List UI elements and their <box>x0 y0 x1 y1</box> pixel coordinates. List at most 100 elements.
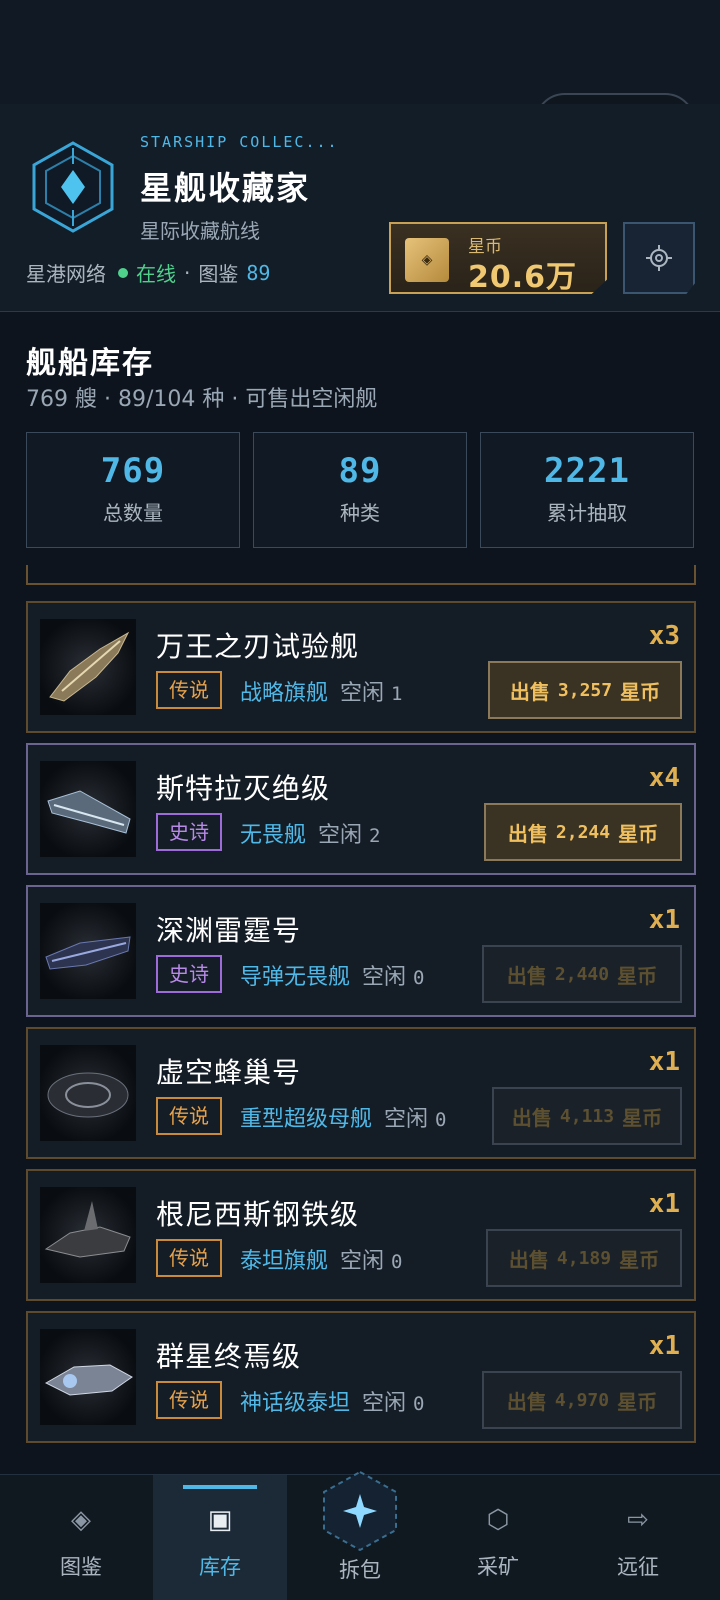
previous-card-edge <box>26 565 696 585</box>
ship-card[interactable]: 根尼西斯钢铁级 传说 泰坦旗舰 空闲 0 x1 出售 4,189 星币 <box>26 1169 696 1301</box>
app-logo-icon <box>32 141 114 233</box>
stat-value: 2221 <box>544 451 630 491</box>
ship-card[interactable]: 虚空蜂巢号 传说 重型超级母舰 空闲 0 x1 出售 4,113 星币 <box>26 1027 696 1159</box>
currency-display[interactable]: ◈ 星币 20.6万 <box>389 222 607 294</box>
ship-card[interactable]: 斯特拉灭绝级 史诗 无畏舰 空闲 2 x4 出售 2,244 星币 <box>26 743 696 875</box>
coin-unit: 星币 <box>618 821 659 846</box>
stat-value: 769 <box>100 451 166 491</box>
nav-unpack[interactable]: 拆包 <box>316 1468 404 1600</box>
status-bar-area <box>0 0 720 104</box>
ship-class: 战略旗舰 <box>240 681 329 706</box>
settings-button[interactable] <box>623 222 695 294</box>
ship-meta: 无畏舰 空闲 2 <box>240 817 380 849</box>
coin-unit: 星币 <box>620 679 661 704</box>
currency-value: 20.6万 <box>468 260 578 295</box>
stat-total: 769 总数量 <box>26 432 240 548</box>
online-status: 在线 <box>136 262 176 286</box>
codex-label: 图鉴 <box>198 262 239 286</box>
sell-label: 出售 <box>506 963 547 988</box>
ship-name: 根尼西斯钢铁级 <box>156 1198 360 1231</box>
coin-unit: 星币 <box>617 1389 658 1414</box>
sell-label: 出售 <box>509 679 550 704</box>
online-dot-icon <box>118 267 128 278</box>
ship-card[interactable]: 群星终焉级 传说 神话级泰坦 空闲 0 x1 出售 4,970 星币 <box>26 1311 696 1443</box>
sell-button[interactable]: 出售 4,189 星币 <box>486 1229 682 1287</box>
stat-value: 89 <box>338 451 382 491</box>
idle-count: 0 <box>391 1251 403 1273</box>
inventory-summary: 769 艘 · 89/104 种 · 可售出空闲舰 <box>26 387 378 412</box>
stat-draws: 2221 累计抽取 <box>480 432 694 548</box>
sell-button[interactable]: 出售 3,257 星币 <box>488 661 682 719</box>
ship-thumbnail <box>40 903 136 999</box>
app-subtitle-english: STARSHIP COLLEC... <box>140 133 339 151</box>
rarity-badge: 史诗 <box>156 955 222 993</box>
ship-name: 虚空蜂巢号 <box>156 1056 302 1089</box>
rarity-badge: 传说 <box>156 1381 222 1419</box>
ship-quantity: x1 <box>648 1189 680 1219</box>
idle-count: 1 <box>391 683 403 705</box>
sell-price: 3,257 <box>557 679 613 701</box>
sell-button[interactable]: 出售 2,244 星币 <box>484 803 682 861</box>
separator: · <box>184 260 191 285</box>
sell-button[interactable]: 出售 2,440 星币 <box>482 945 682 1003</box>
ship-thumbnail <box>40 619 136 715</box>
stat-types: 89 种类 <box>253 432 467 548</box>
ship-meta: 重型超级母舰 空闲 0 <box>240 1101 446 1133</box>
ship-thumbnail <box>40 1187 136 1283</box>
nav-label: 采矿 <box>477 1555 519 1579</box>
ship-meta: 导弹无畏舰 空闲 0 <box>240 959 424 991</box>
ship-class: 重型超级母舰 <box>240 1107 373 1132</box>
nav-label: 图鉴 <box>60 1555 102 1579</box>
idle-label: 空闲 <box>384 1107 429 1132</box>
nav-mining[interactable]: ⬡ 采矿 <box>431 1475 565 1600</box>
ship-name: 斯特拉灭绝级 <box>156 772 331 805</box>
ship-meta: 神话级泰坦 空闲 0 <box>240 1385 424 1417</box>
mining-icon: ⬡ <box>486 1505 510 1535</box>
ship-quantity: x3 <box>648 621 680 651</box>
nav-inventory[interactable]: ▣ 库存 <box>153 1475 287 1600</box>
stat-label: 种类 <box>340 501 380 525</box>
rarity-badge: 传说 <box>156 1239 222 1277</box>
stat-label: 累计抽取 <box>547 501 627 525</box>
coin-unit: 星币 <box>619 1247 660 1272</box>
nav-codex[interactable]: ◈ 图鉴 <box>14 1475 148 1600</box>
ship-card[interactable]: 万王之刃试验舰 传说 战略旗舰 空闲 1 x3 出售 3,257 星币 <box>26 601 696 733</box>
ship-meta: 战略旗舰 空闲 1 <box>240 675 402 707</box>
idle-count: 2 <box>369 825 381 847</box>
idle-count: 0 <box>435 1109 447 1131</box>
rarity-badge: 传说 <box>156 671 222 709</box>
expedition-icon: ⇨ <box>627 1505 649 1535</box>
sell-price: 2,244 <box>555 821 611 843</box>
ship-thumbnail <box>40 1045 136 1141</box>
network-label: 星港网络 <box>26 262 106 286</box>
coin-unit: 星币 <box>622 1105 663 1130</box>
nav-expedition[interactable]: ⇨ 远征 <box>571 1475 705 1600</box>
codex-count: 89 <box>246 260 271 285</box>
ship-quantity: x1 <box>648 1047 680 1077</box>
ship-quantity: x4 <box>648 763 680 793</box>
sell-label: 出售 <box>508 1247 549 1272</box>
sell-price: 2,440 <box>554 963 610 985</box>
idle-label: 空闲 <box>362 1391 407 1416</box>
ship-class: 神话级泰坦 <box>240 1391 351 1416</box>
idle-label: 空闲 <box>340 1249 385 1274</box>
ship-name: 群星终焉级 <box>156 1340 302 1373</box>
sell-price: 4,970 <box>554 1389 610 1411</box>
ship-quantity: x1 <box>648 1331 680 1361</box>
idle-label: 空闲 <box>340 681 385 706</box>
ship-thumbnail <box>40 761 136 857</box>
app-title: 星舰收藏家 <box>140 169 311 207</box>
status-line: 星港网络 在线 · 图鉴 89 <box>26 258 270 287</box>
coin-unit: 星币 <box>617 963 658 988</box>
rarity-badge: 史诗 <box>156 813 222 851</box>
ship-card[interactable]: 深渊雷霆号 史诗 导弹无畏舰 空闲 0 x1 出售 2,440 星币 <box>26 885 696 1017</box>
ship-list[interactable]: 万王之刃试验舰 传说 战略旗舰 空闲 1 x3 出售 3,257 星币 斯特拉灭绝级 … <box>26 565 696 1457</box>
idle-count: 0 <box>413 1393 425 1415</box>
nav-label: 拆包 <box>339 1558 381 1582</box>
sell-button[interactable]: 出售 4,970 星币 <box>482 1371 682 1429</box>
ship-class: 无畏舰 <box>240 823 307 848</box>
nav-label: 库存 <box>199 1555 241 1579</box>
sell-button[interactable]: 出售 4,113 星币 <box>492 1087 682 1145</box>
app-subtitle: 星际收藏航线 <box>140 219 260 243</box>
ship-name: 深渊雷霆号 <box>156 914 302 947</box>
